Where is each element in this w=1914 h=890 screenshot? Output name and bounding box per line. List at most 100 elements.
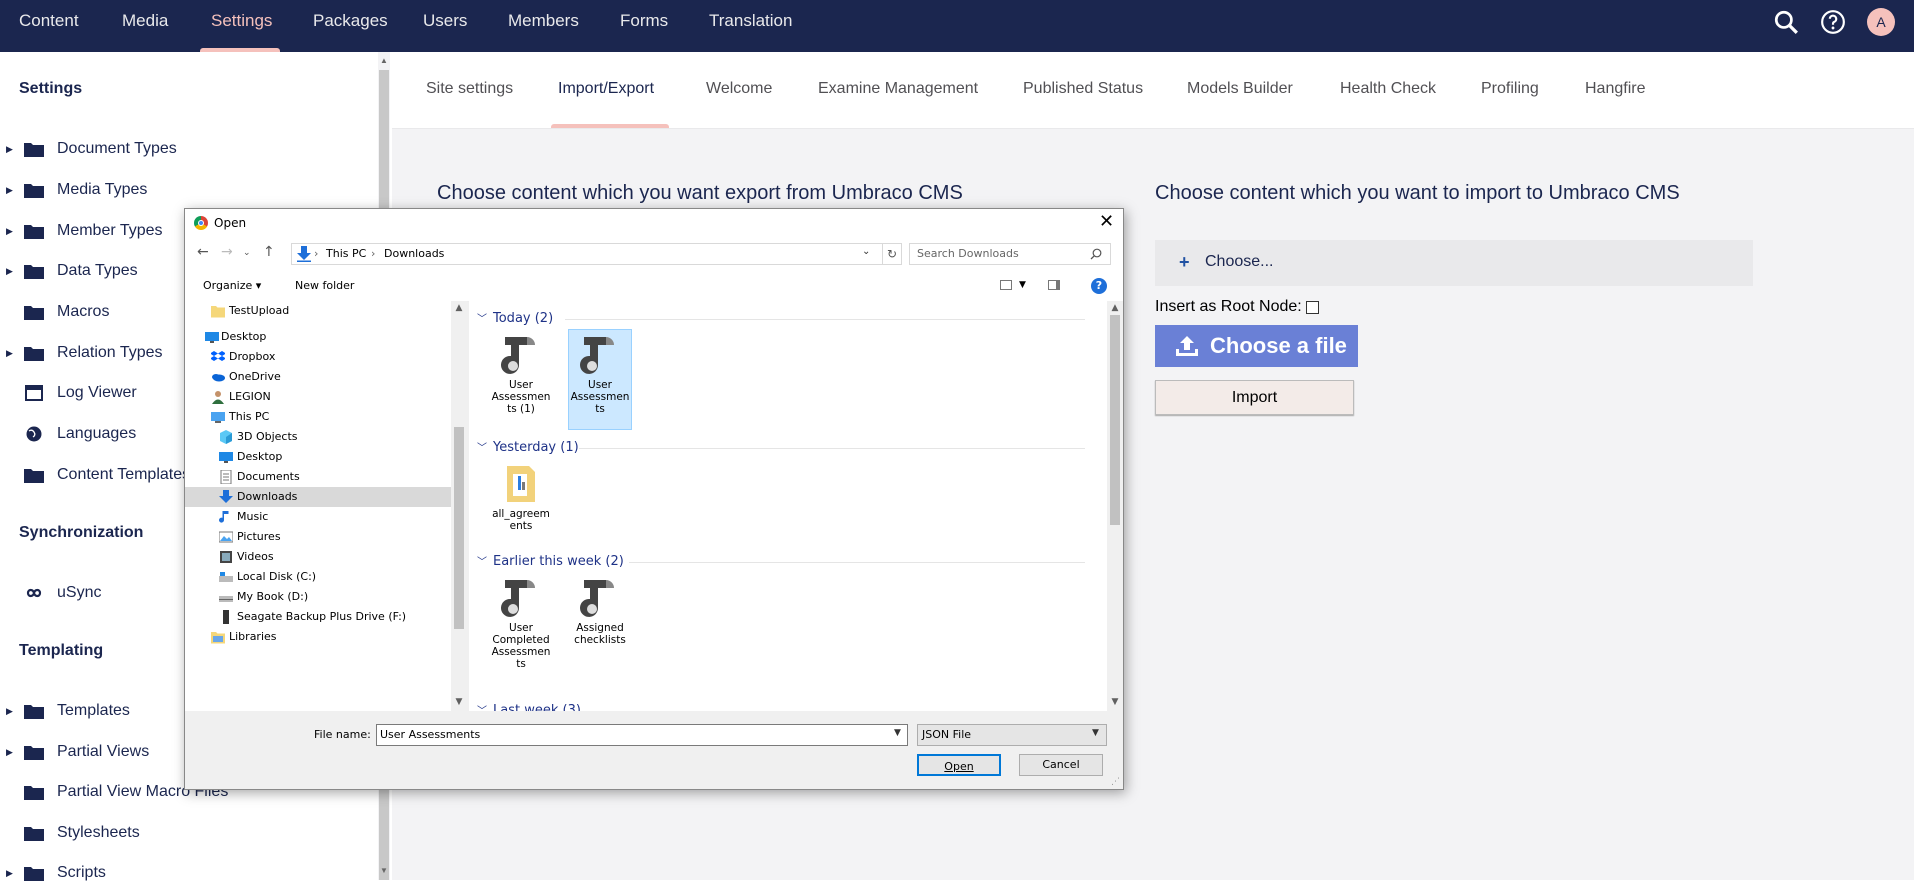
tab-published-status[interactable]: Published Status [1023, 80, 1143, 98]
open-button[interactable]: Open [917, 754, 1001, 776]
new-folder-button[interactable]: New folder [295, 279, 354, 292]
nav-item-my-book-d[interactable]: My Book (D:) [185, 587, 451, 607]
search-icon[interactable] [1773, 9, 1799, 35]
group-header-earlier-this-week[interactable]: ﹀ Earlier this week (2) [477, 553, 624, 569]
tree-item-stylesheets[interactable]: Stylesheets [0, 816, 370, 850]
scroll-down-arrow-icon[interactable]: ▼ [451, 697, 467, 707]
group-header-yesterday[interactable]: ﹀ Yesterday (1) [477, 439, 579, 455]
nav-item-seagate-f[interactable]: Seagate Backup Plus Drive (F:) [185, 607, 451, 627]
file-item[interactable]: User Assessmen ts (1) [490, 330, 552, 415]
nav-item-onedrive[interactable]: OneDrive [185, 367, 451, 387]
nav-media[interactable]: Media [122, 0, 168, 52]
tab-health-check[interactable]: Health Check [1340, 80, 1436, 98]
cancel-button[interactable]: Cancel [1019, 754, 1103, 776]
scroll-up-arrow-icon[interactable]: ▲ [1107, 303, 1123, 313]
file-type-select[interactable]: JSON File ▼ [917, 724, 1107, 746]
choose-content-button[interactable]: + Choose... [1155, 240, 1753, 286]
expand-caret-icon[interactable]: ▶ [6, 254, 13, 288]
nav-item-music[interactable]: Music [185, 507, 451, 527]
nav-item-pictures[interactable]: Pictures [185, 527, 451, 547]
nav-translation[interactable]: Translation [709, 0, 792, 52]
expand-caret-icon[interactable]: ▶ [6, 694, 13, 728]
tab-models-builder[interactable]: Models Builder [1187, 80, 1293, 98]
file-item-selected[interactable]: User Assessmen ts [568, 329, 632, 430]
scroll-down-arrow-icon[interactable]: ▼ [1107, 697, 1123, 707]
nav-item-desktop[interactable]: Desktop [185, 327, 451, 347]
nav-item-3d-objects[interactable]: 3D Objects [185, 427, 451, 447]
nav-users[interactable]: Users [423, 0, 467, 52]
expand-caret-icon[interactable]: ▶ [6, 173, 13, 207]
address-bar[interactable]: › This PC › Downloads ⌄ [291, 243, 883, 265]
root-node-checkbox[interactable] [1305, 301, 1319, 314]
tree-item-scripts[interactable]: ▶ Scripts [0, 856, 370, 890]
tab-welcome[interactable]: Welcome [706, 80, 772, 98]
search-field[interactable]: Search Downloads [909, 243, 1111, 265]
help-icon[interactable] [1820, 9, 1846, 35]
tree-item-document-types[interactable]: ▶ Document Types [0, 132, 370, 166]
dialog-title-bar[interactable]: Open ✕ [185, 209, 1123, 237]
scroll-down-arrow-icon[interactable]: ▼ [378, 864, 390, 878]
refresh-icon[interactable]: ↻ [882, 243, 902, 265]
scroll-up-arrow-icon[interactable]: ▲ [451, 303, 467, 313]
organize-menu[interactable]: Organize ▾ [203, 279, 261, 292]
recent-locations-chevron-icon[interactable]: ⌄ [243, 248, 251, 258]
help-icon[interactable]: ? [1091, 278, 1107, 294]
tab-site-settings[interactable]: Site settings [426, 80, 513, 98]
tree-item-media-types[interactable]: ▶ Media Types [0, 173, 370, 207]
file-item[interactable]: all_agreem ents [490, 459, 552, 532]
nav-members[interactable]: Members [508, 0, 579, 52]
nav-item-videos[interactable]: Videos [185, 547, 451, 567]
nav-item-this-pc[interactable]: This PC [185, 407, 451, 427]
nav-content[interactable]: Content [19, 0, 79, 52]
expand-caret-icon[interactable]: ▶ [6, 856, 13, 890]
nav-item-documents[interactable]: Documents [185, 467, 451, 487]
json-file-icon [580, 580, 614, 617]
expand-caret-icon[interactable]: ▶ [6, 132, 13, 166]
breadcrumb-downloads[interactable]: Downloads [384, 247, 444, 260]
address-dropdown-icon[interactable]: ⌄ [862, 246, 870, 257]
nav-forms[interactable]: Forms [620, 0, 668, 52]
view-options-icon[interactable] [1000, 280, 1012, 290]
section-title-templating: Templating [19, 642, 104, 659]
nav-item-local-disk-c[interactable]: Local Disk (C:) [185, 567, 451, 587]
scroll-up-arrow-icon[interactable]: ▲ [378, 54, 390, 68]
nav-item-libraries[interactable]: Libraries [185, 627, 451, 647]
tab-import-export[interactable]: Import/Export [558, 80, 654, 98]
choose-file-button[interactable]: Choose a file [1155, 325, 1358, 367]
file-list-scrollbar[interactable]: ▲ ▼ [1107, 301, 1123, 711]
nav-packages[interactable]: Packages [313, 0, 388, 52]
expand-caret-icon[interactable]: ▶ [6, 336, 13, 370]
file-item[interactable]: Assigned checklists [569, 573, 631, 646]
file-item[interactable]: User Completed Assessmen ts [490, 573, 552, 670]
scrollbar-thumb[interactable] [1110, 315, 1120, 525]
tab-profiling[interactable]: Profiling [1481, 80, 1539, 98]
breadcrumb-this-pc[interactable]: This PC [326, 247, 366, 260]
nav-item-legion[interactable]: LEGION [185, 387, 451, 407]
forward-arrow-icon[interactable]: → [221, 244, 233, 260]
resize-grip-icon[interactable]: ⋰ [1111, 777, 1120, 787]
tab-examine-management[interactable]: Examine Management [818, 80, 978, 98]
chevron-down-icon[interactable]: ▼ [1092, 728, 1099, 738]
user-avatar[interactable]: A [1867, 8, 1895, 36]
group-header-today[interactable]: ﹀ Today (2) [477, 310, 553, 326]
nav-item-desktop-pc[interactable]: Desktop [185, 447, 451, 467]
expand-caret-icon[interactable]: ▶ [6, 214, 13, 248]
nav-item-downloads[interactable]: Downloads [185, 487, 451, 507]
group-header-last-week[interactable]: ﹀Last week (3) [477, 702, 581, 711]
scrollbar-thumb[interactable] [454, 427, 464, 629]
import-button[interactable]: Import [1155, 380, 1354, 415]
file-name-input[interactable]: User Assessments ▼ [376, 724, 908, 746]
expand-caret-icon[interactable]: ▶ [6, 735, 13, 769]
chevron-down-icon[interactable]: ▼ [894, 728, 901, 738]
back-arrow-icon[interactable]: ← [197, 244, 209, 260]
nav-item-testupload[interactable]: TestUpload [185, 301, 451, 321]
nav-item-dropbox[interactable]: Dropbox [185, 347, 451, 367]
up-arrow-icon[interactable]: ↑ [263, 244, 275, 260]
navigation-pane-scrollbar[interactable]: ▲ ▼ [451, 301, 467, 711]
nav-settings[interactable]: Settings [211, 0, 272, 52]
folder-icon [24, 306, 44, 320]
tab-hangfire[interactable]: Hangfire [1585, 80, 1645, 98]
preview-pane-icon[interactable] [1048, 280, 1060, 290]
close-icon[interactable]: ✕ [1099, 211, 1114, 232]
view-dropdown-icon[interactable]: ▼ [1019, 280, 1026, 290]
